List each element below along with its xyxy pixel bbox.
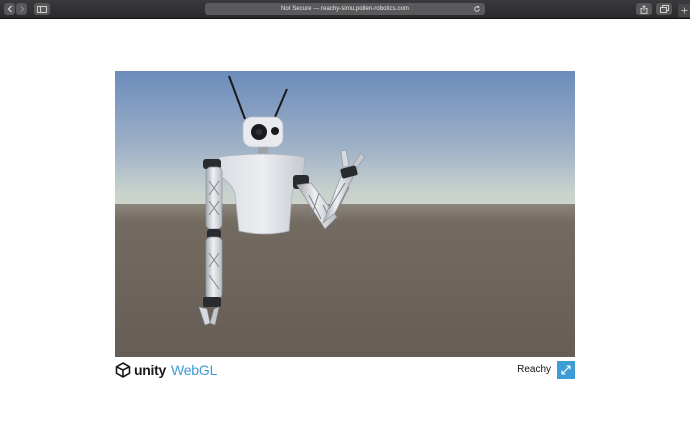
unity-cube-icon: [115, 362, 131, 378]
ground: [115, 204, 575, 357]
forward-button[interactable]: [16, 3, 27, 15]
sidebar-icon: [37, 5, 47, 13]
unity-webgl-logo: unity WebGL: [115, 361, 217, 379]
unity-footer: unity WebGL Reachy: [115, 360, 575, 380]
unity-webgl-canvas[interactable]: [115, 71, 575, 357]
chevron-right-icon: [19, 5, 24, 13]
app-title: Reachy: [517, 364, 551, 375]
share-icon: [640, 4, 648, 14]
plus-icon: [681, 7, 687, 14]
reachy-scene: [115, 71, 575, 357]
sidebar-button[interactable]: [34, 3, 50, 15]
share-button[interactable]: [636, 3, 652, 15]
fullscreen-button[interactable]: [557, 361, 575, 379]
unity-wordmark: unity: [134, 362, 166, 378]
webgl-wordmark: WebGL: [170, 362, 218, 378]
tabs-button[interactable]: [656, 3, 672, 15]
address-bar[interactable]: Not Secure — reachy-simu.pollen-robotics…: [205, 3, 485, 15]
back-button[interactable]: [4, 3, 15, 15]
address-text: Not Secure — reachy-simu.pollen-robotics…: [281, 6, 409, 12]
new-tab-button[interactable]: [678, 4, 690, 17]
chevron-left-icon: [7, 5, 12, 13]
reload-button[interactable]: [472, 4, 482, 14]
browser-toolbar: Not Secure — reachy-simu.pollen-robotics…: [0, 0, 690, 19]
reload-icon: [474, 5, 480, 12]
fullscreen-icon: [561, 365, 571, 375]
tabs-icon: [659, 5, 669, 13]
